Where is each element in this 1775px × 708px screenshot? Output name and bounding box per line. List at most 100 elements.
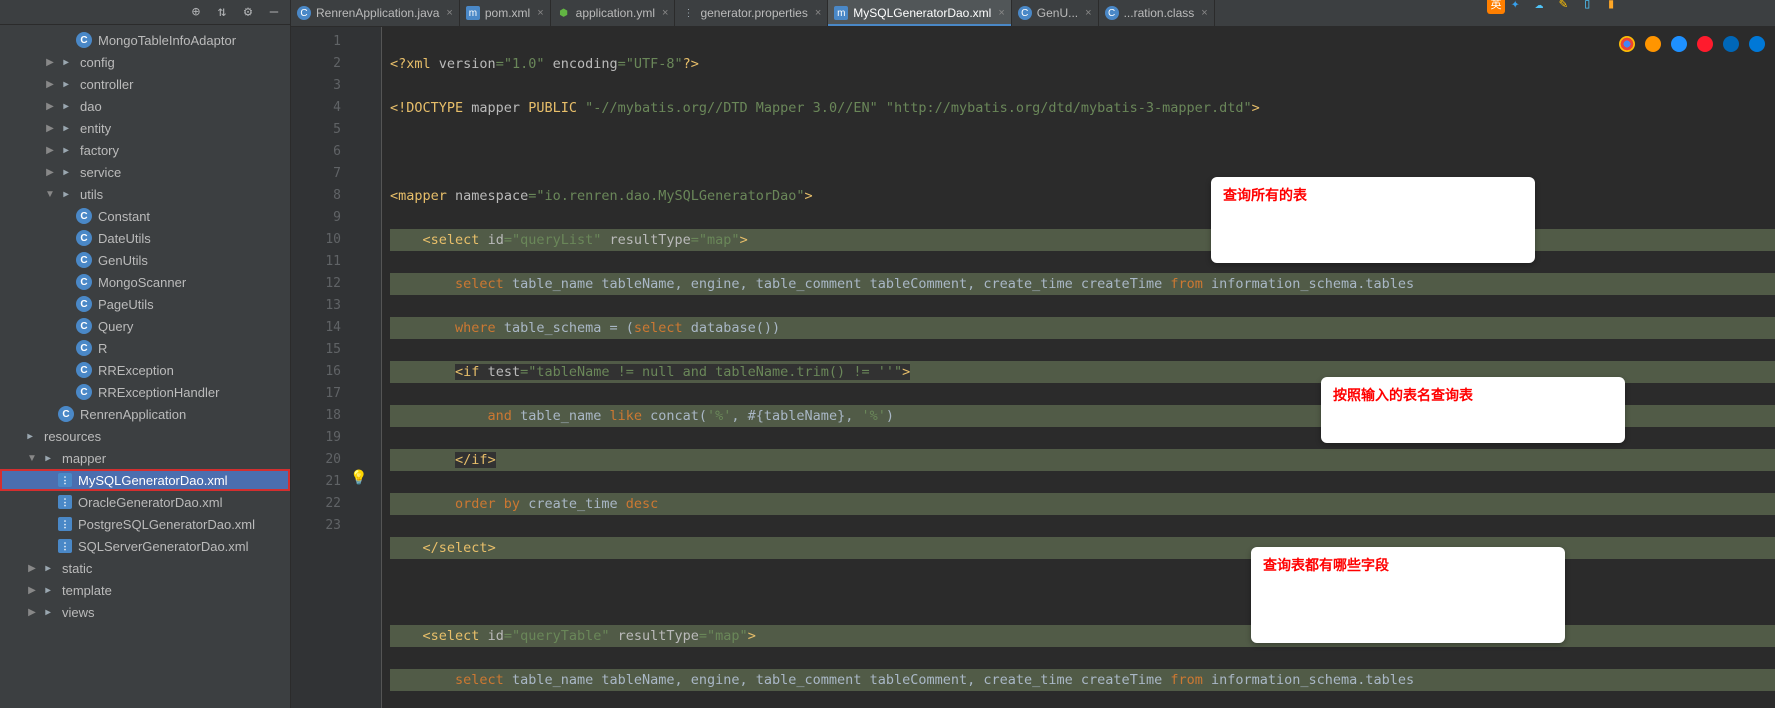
- expander-icon[interactable]: ▶: [44, 123, 56, 134]
- expander-icon[interactable]: ▼: [26, 453, 38, 464]
- line-number: 4: [291, 97, 341, 119]
- line-number: 5: [291, 119, 341, 141]
- tree-label: OracleGeneratorDao.xml: [78, 495, 223, 510]
- xml-icon: ⋮: [58, 473, 72, 487]
- tree-item-mongoscanner[interactable]: CMongoScanner: [0, 271, 290, 293]
- tab-label: ...ration.class: [1124, 6, 1195, 20]
- close-icon[interactable]: ×: [537, 7, 543, 19]
- folder-icon: ▸: [58, 98, 74, 114]
- tree-item-r[interactable]: CR: [0, 337, 290, 359]
- tab-application-yml[interactable]: ⬢application.yml×: [551, 0, 676, 26]
- tree-item-mysqlgeneratordao-xml[interactable]: ⋮MySQLGeneratorDao.xml: [0, 469, 290, 491]
- tab-file-icon: ⬢: [557, 6, 571, 20]
- tree-label: PostgreSQLGeneratorDao.xml: [78, 517, 255, 532]
- tree-item-sqlservergeneratordao-xml[interactable]: ⋮SQLServerGeneratorDao.xml: [0, 535, 290, 557]
- target-icon[interactable]: ⊕: [188, 4, 204, 20]
- tab--ration-class[interactable]: C...ration.class×: [1099, 0, 1215, 26]
- expander-icon[interactable]: ▶: [44, 57, 56, 68]
- tree-item-query[interactable]: CQuery: [0, 315, 290, 337]
- minimize-icon[interactable]: —: [266, 4, 282, 20]
- tab-mysqlgeneratordao-xml[interactable]: mMySQLGeneratorDao.xml×: [828, 0, 1011, 26]
- tree-item-static[interactable]: ▶▸static: [0, 557, 290, 579]
- expander-icon[interactable]: ▶: [44, 79, 56, 90]
- annotation-2: 按照输入的表名查询表: [1321, 377, 1625, 443]
- close-icon[interactable]: ×: [815, 7, 821, 19]
- tab-pom-xml[interactable]: mpom.xml×: [460, 0, 551, 26]
- tree-item-views[interactable]: ▶▸views: [0, 601, 290, 623]
- expander-icon[interactable]: ▶: [26, 607, 38, 618]
- line-gutter: 1234567891011121314151617181920212223: [291, 27, 349, 708]
- expander-icon[interactable]: ▶: [44, 145, 56, 156]
- tab-label: generator.properties: [700, 6, 807, 20]
- class-icon: C: [58, 406, 74, 422]
- tree-label: RRExceptionHandler: [98, 385, 219, 400]
- tree-item-postgresqlgeneratordao-xml[interactable]: ⋮PostgreSQLGeneratorDao.xml: [0, 513, 290, 535]
- fold-bar[interactable]: [369, 27, 382, 708]
- line-number: 6: [291, 141, 341, 163]
- sort-icon[interactable]: ⇅: [214, 4, 230, 20]
- tab-generator-properties[interactable]: ⋮generator.properties×: [675, 0, 828, 26]
- folder-icon: ▸: [40, 604, 56, 620]
- tree-item-controller[interactable]: ▶▸controller: [0, 73, 290, 95]
- tree-label: service: [80, 165, 121, 180]
- tab-renrenapplication-java[interactable]: CRenrenApplication.java×: [291, 0, 460, 26]
- tree-item-genutils[interactable]: CGenUtils: [0, 249, 290, 271]
- line-number: 20: [291, 449, 341, 471]
- xml-icon: ⋮: [58, 495, 72, 509]
- tree-item-utils[interactable]: ▼▸utils: [0, 183, 290, 205]
- close-icon[interactable]: ×: [1201, 7, 1207, 19]
- expander-icon[interactable]: ▼: [44, 189, 56, 200]
- tree-item-pageutils[interactable]: CPageUtils: [0, 293, 290, 315]
- tree-label: DateUtils: [98, 231, 151, 246]
- expander-icon[interactable]: ▶: [44, 101, 56, 112]
- folder-icon: ▸: [58, 120, 74, 136]
- expander-icon[interactable]: ▶: [26, 563, 38, 574]
- tree-item-renrenapplication[interactable]: CRenrenApplication: [0, 403, 290, 425]
- tree-item-rrexceptionhandler[interactable]: CRRExceptionHandler: [0, 381, 290, 403]
- tree-item-oraclegeneratordao-xml[interactable]: ⋮ OracleGeneratorDao.xml: [0, 491, 290, 513]
- expander-icon[interactable]: ▶: [44, 167, 56, 178]
- tree-item-rrexception[interactable]: CRRException: [0, 359, 290, 381]
- tree-item-constant[interactable]: CConstant: [0, 205, 290, 227]
- folder-icon: ▸: [40, 582, 56, 598]
- tree-item-config[interactable]: ▶▸config: [0, 51, 290, 73]
- line-number: 11: [291, 251, 341, 273]
- line-number: 16: [291, 361, 341, 383]
- tree-item-dao[interactable]: ▶▸dao: [0, 95, 290, 117]
- close-icon[interactable]: ×: [446, 7, 452, 19]
- line-number: 8: [291, 185, 341, 207]
- tab-file-icon: C: [1018, 6, 1032, 20]
- editor-area: CRenrenApplication.java×mpom.xml×⬢applic…: [291, 0, 1775, 708]
- tab-genu-[interactable]: CGenU...×: [1012, 0, 1099, 26]
- project-sidebar: ⊕ ⇅ ⚙ — CMongoTableInfoAdaptor▶▸config▶▸…: [0, 0, 291, 708]
- bulb-icon[interactable]: 💡: [349, 467, 369, 489]
- tree-item-dateutils[interactable]: CDateUtils: [0, 227, 290, 249]
- project-tree[interactable]: CMongoTableInfoAdaptor▶▸config▶▸controll…: [0, 25, 290, 708]
- close-icon[interactable]: ×: [998, 7, 1004, 19]
- folder-icon: ▸: [58, 186, 74, 202]
- tree-item-factory[interactable]: ▶▸factory: [0, 139, 290, 161]
- line-number: 19: [291, 427, 341, 449]
- folder-icon: ▸: [40, 450, 56, 466]
- code-content[interactable]: <?xml version="1.0" encoding="UTF-8"?> <…: [382, 27, 1775, 708]
- tree-item-mapper[interactable]: ▼▸mapper: [0, 447, 290, 469]
- tree-item-entity[interactable]: ▶▸ entity: [0, 117, 290, 139]
- code-editor[interactable]: 1234567891011121314151617181920212223 💡 …: [291, 27, 1775, 708]
- expander-icon[interactable]: ▶: [26, 585, 38, 596]
- tree-label: R: [98, 341, 107, 356]
- close-icon[interactable]: ×: [1085, 7, 1091, 19]
- tree-label: GenUtils: [98, 253, 148, 268]
- line-number: 23: [291, 515, 341, 537]
- line-number: 22: [291, 493, 341, 515]
- tree-item-resources[interactable]: ▸resources: [0, 425, 290, 447]
- tab-label: RenrenApplication.java: [316, 6, 439, 20]
- gear-icon[interactable]: ⚙: [240, 4, 256, 20]
- tree-item-service[interactable]: ▶▸service: [0, 161, 290, 183]
- close-icon[interactable]: ×: [662, 7, 668, 19]
- tree-item-mongotableinfoadaptor[interactable]: CMongoTableInfoAdaptor: [0, 29, 290, 51]
- tab-label: pom.xml: [485, 6, 530, 20]
- tree-label: entity: [80, 121, 111, 136]
- folder-icon: ▸: [40, 560, 56, 576]
- tree-item-template[interactable]: ▶▸template: [0, 579, 290, 601]
- class-icon: C: [76, 208, 92, 224]
